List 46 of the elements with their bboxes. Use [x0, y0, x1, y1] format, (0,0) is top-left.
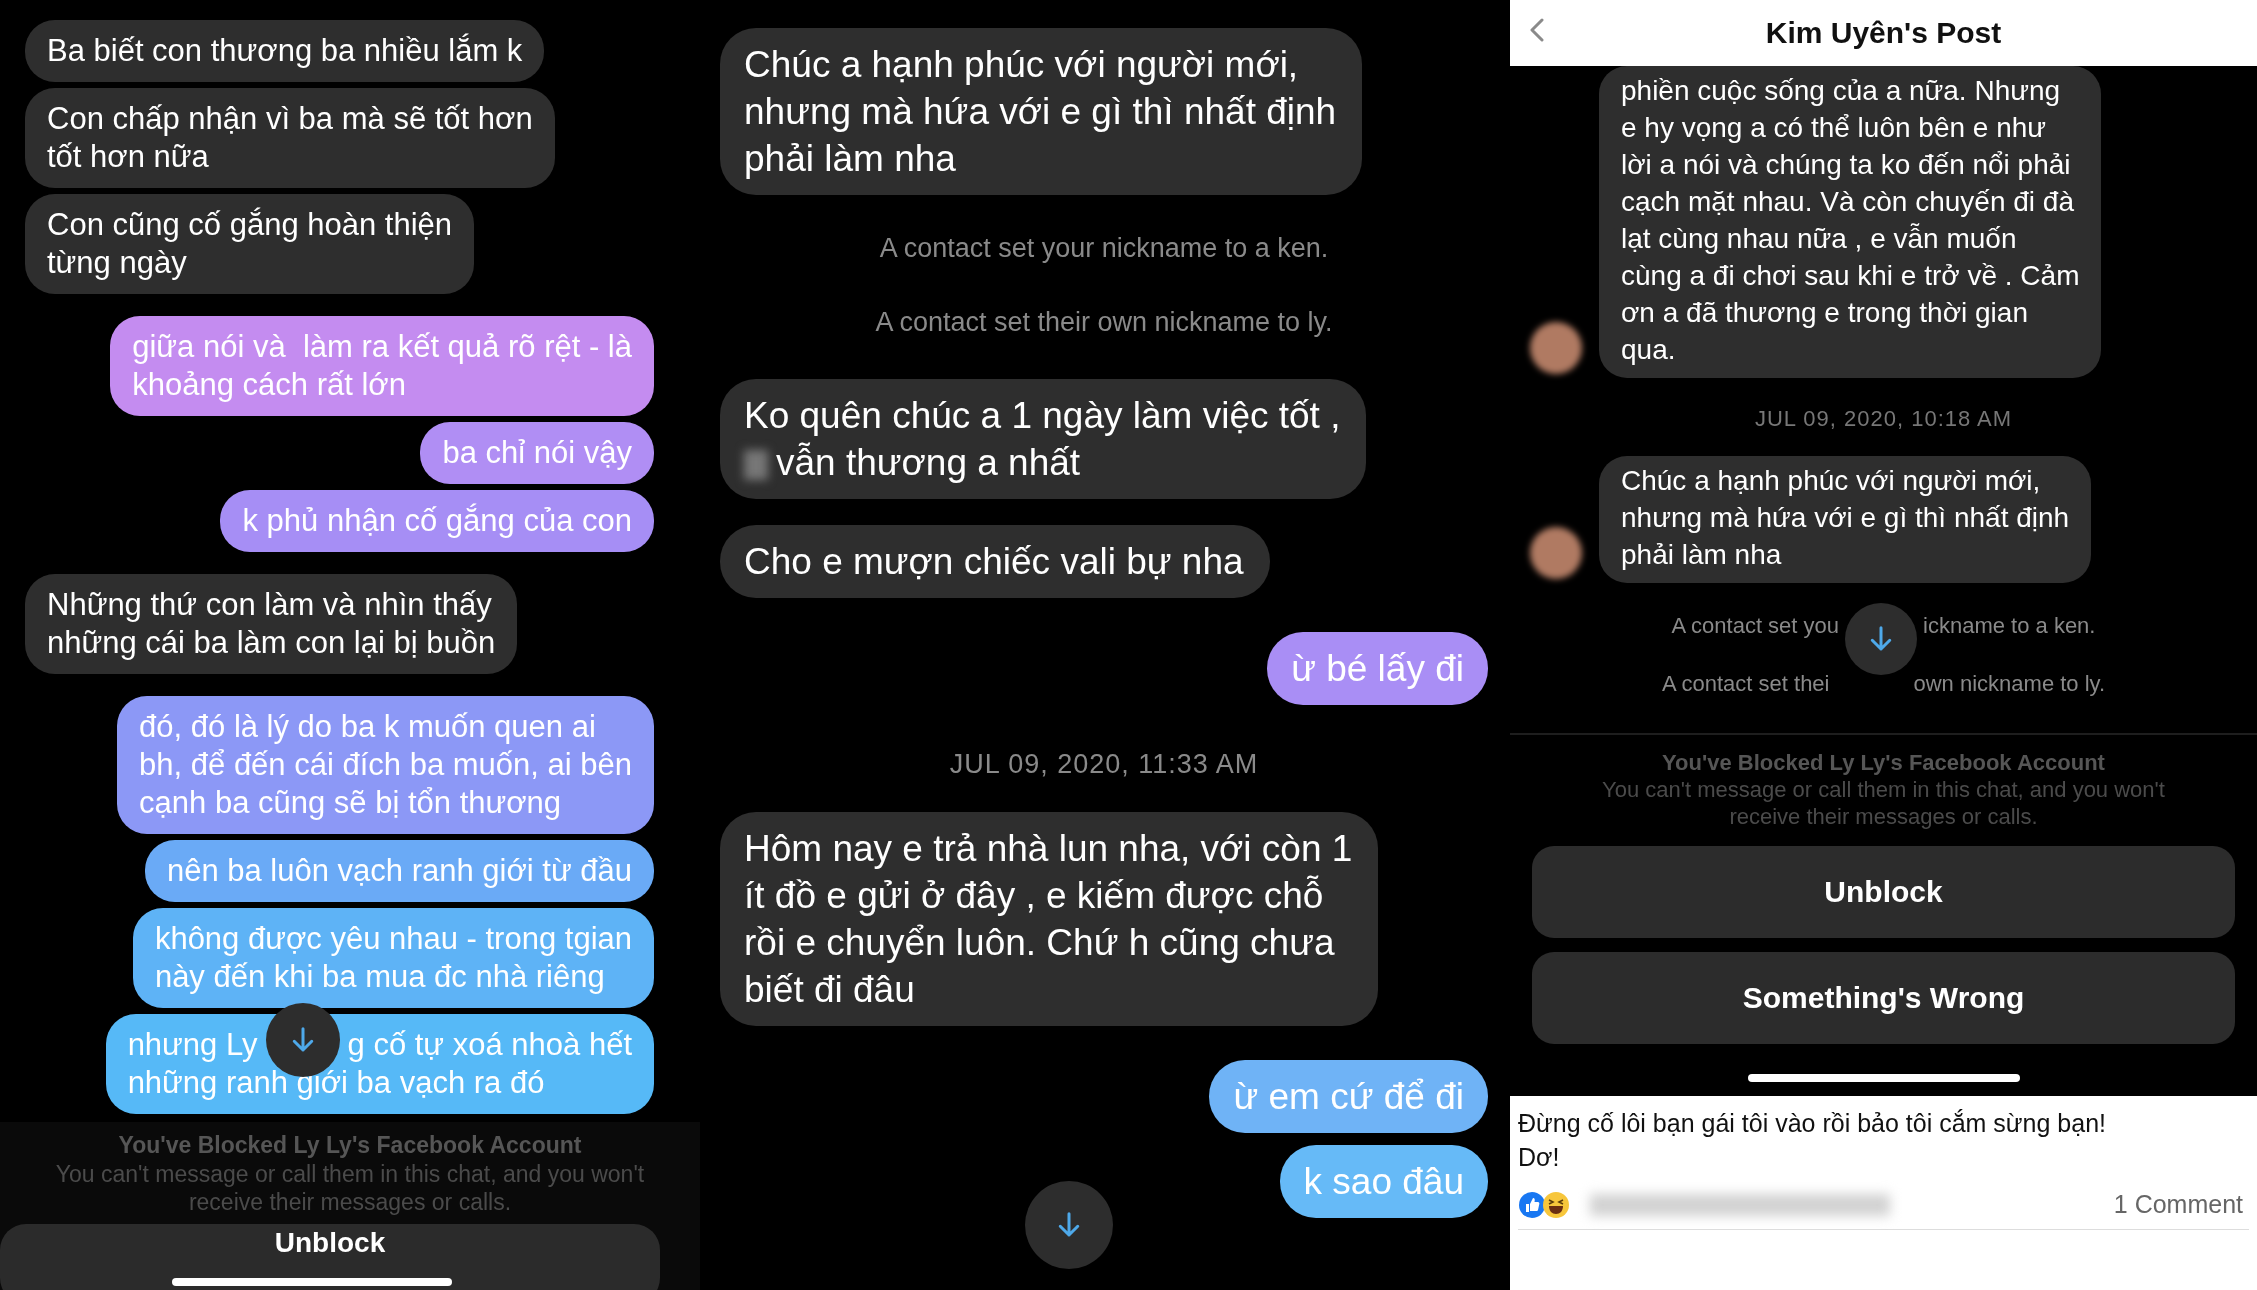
blurred-name — [744, 450, 768, 481]
message-bubble: không được yêu nhau - trong tgian này đến khi ba mua đc nhà riêng — [132, 908, 654, 1008]
blocked-title: You've Blocked Ly Ly's Facebook Account — [1662, 749, 2105, 776]
message-bubble: Những thứ con làm và nhìn thấy những cái ba làm con lại bị buồn — [25, 574, 518, 674]
message-text: Ko quên chúc a 1 ngày làm việc tốt , — [744, 395, 1341, 436]
like-icon — [1518, 1190, 1546, 1219]
blocked-message: You can't message or call them in this chat, and you won't receive their messages or calls. — [55, 1160, 645, 1216]
system-message: own nickname to ly. — [1913, 670, 2106, 698]
system-message: A contact set their own nickname to ly. — [874, 306, 1334, 339]
comment-count[interactable]: 1 Comment — [2113, 1190, 2243, 1219]
message-bubble: Chúc a hạnh phúc với người mới, nhưng mà hứa với e gì thì nhất định phải làm nha — [1599, 456, 2092, 583]
system-message: A contact set you — [1671, 612, 1840, 640]
message-bubble: Hôm nay e trả nhà lun nha, với còn 1 ít đồ e gửi ở đây , e kiếm được chỗ rồi e chuyển luôn. Chứ h cũng chưa biết đi đâu — [720, 812, 1379, 1026]
chevron-left-icon — [1530, 18, 1544, 42]
system-message: A contact set your nickname to a ken. — [878, 232, 1330, 265]
unblock-button[interactable]: Unblock — [1532, 846, 2235, 938]
blocked-title: You've Blocked Ly Ly's Facebook Account — [118, 1131, 582, 1160]
message-bubble: giữa nói và làm ra kết quả rõ rệt - là khoảng cách rất lớn — [110, 316, 654, 416]
timestamp: JUL 09, 2020, 11:33 AM — [948, 749, 1260, 780]
message-bubble: Ba biết con thương ba nhiều lắm k — [25, 20, 545, 82]
message-bubble: k phủ nhận cố gắng của con — [220, 490, 654, 552]
message-bubble: đó, đó là lý do ba k muốn quen ai bh, để đến cái đích ba muốn, ai bên cạnh ba cũng sẽ bị tổn thương — [117, 696, 654, 834]
message-text: vẫn thương a nhất — [776, 442, 1081, 483]
message-bubble: ba chỉ nói vậy — [420, 422, 654, 484]
message-bubble: k sao đâu — [1279, 1145, 1488, 1218]
unblock-button[interactable]: Unblock — [0, 1224, 660, 1290]
timestamp: JUL 09, 2020, 10:18 AM — [1753, 406, 2014, 432]
message-bubble: nên ba luôn vạch ranh giới từ đầu — [144, 840, 654, 902]
post-title: Kim Uyên's Post — [1765, 16, 2002, 50]
message-text: những ranh giới ba vạch ra đó — [127, 1065, 545, 1100]
message-bubble: ừ em cứ để đi — [1209, 1060, 1488, 1133]
message-bubble: ừ bé lấy đi — [1267, 632, 1488, 705]
message-bubble: phiền cuộc sống của a nữa. Nhưng e hy vọng a có thể luôn bên e như lời a nói và chúng ta ko đến nổi phải cạch mặt nhau. Và còn chuyến đi đà lạt cùng nhau nữa , e vẫn muốn cùng a đi chơi sau khi e trở về . Cảm ơn a đã thương e trong thời gian qua. — [1599, 66, 2102, 378]
message-bubble: Con chấp nhận vì ba mà sẽ tốt hơn tốt hơn nữa — [25, 88, 555, 188]
message-bubble: Chúc a hạnh phúc với người mới, nhưng mà hứa với e gì thì nhất định phải làm nha — [720, 28, 1363, 195]
system-message: A contact set thei — [1661, 670, 1830, 698]
blocked-message: You can't message or call them in this chat, and you won't receive their messages or calls. — [1602, 776, 2165, 830]
report-button[interactable]: Something's Wrong — [1532, 952, 2235, 1044]
message-bubble: Con cũng cố gắng hoàn thiện từng ngày — [25, 194, 475, 294]
message-text: nhưng Ly — [127, 1027, 258, 1062]
post-text: Đừng cố lôi bạn gái tôi vào rồi bảo tôi cắm sừng bạn! Dơ! — [1518, 1108, 2107, 1173]
system-message: ickname to a ken. — [1923, 612, 2096, 640]
back-button[interactable] — [1530, 18, 1544, 42]
laughing-emoji-icon — [1542, 1190, 1570, 1219]
message-text: g cố tự xoá nhoà hết — [347, 1027, 632, 1062]
message-bubble: Cho e mượn chiếc vali bự nha — [720, 525, 1270, 598]
